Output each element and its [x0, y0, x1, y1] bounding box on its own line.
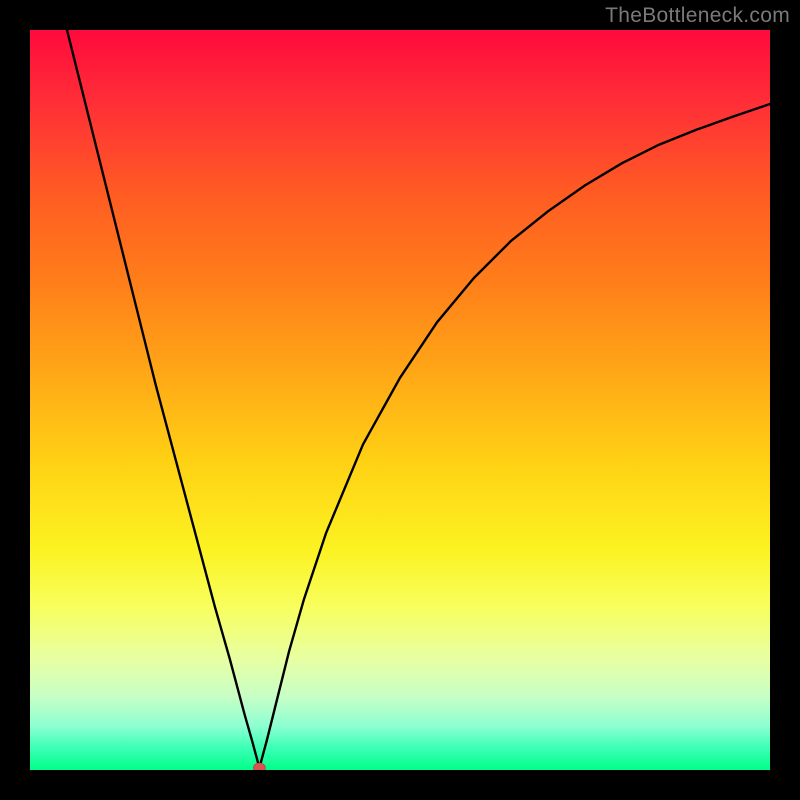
plot-area: [30, 30, 770, 770]
watermark-text: TheBottleneck.com: [605, 4, 790, 28]
min-marker: [253, 763, 265, 770]
plot-svg: [30, 30, 770, 770]
chart-frame: TheBottleneck.com: [0, 0, 800, 800]
bottleneck-curve: [67, 30, 770, 768]
